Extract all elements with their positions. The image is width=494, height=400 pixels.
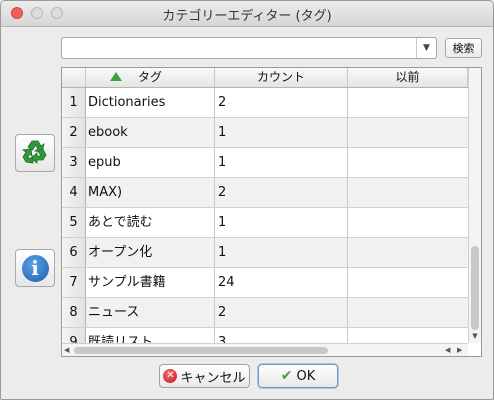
- vertical-scrollbar[interactable]: ▲ ▼: [468, 68, 481, 343]
- tag-cell[interactable]: epub: [86, 148, 215, 177]
- ok-button[interactable]: ✔ OK: [258, 364, 338, 388]
- table-row[interactable]: 8 ニュース 2: [62, 298, 468, 328]
- column-header-count[interactable]: カウント: [215, 68, 348, 87]
- search-button[interactable]: 検索: [445, 38, 482, 58]
- table-row[interactable]: 1 Dictionaries 2: [62, 88, 468, 118]
- table-row[interactable]: 5 あとで読む 1: [62, 208, 468, 238]
- count-cell: 1: [215, 118, 348, 147]
- table-row[interactable]: 2 ebook 1: [62, 118, 468, 148]
- row-number: 6: [62, 238, 86, 267]
- tag-cell[interactable]: Dictionaries: [86, 88, 215, 117]
- row-number: 5: [62, 208, 86, 237]
- tag-cell[interactable]: ニュース: [86, 298, 215, 327]
- column-header-tag-label: タグ: [137, 70, 162, 84]
- tag-table[interactable]: タグ カウント 以前 1 Dictionaries 2 2 ebook 1 3 …: [61, 67, 482, 357]
- row-number: 7: [62, 268, 86, 297]
- table-row[interactable]: 7 サンプル書籍 24: [62, 268, 468, 298]
- cancel-icon: ✕: [163, 369, 178, 383]
- tag-cell[interactable]: MAX): [86, 178, 215, 207]
- cancel-button[interactable]: ✕ キャンセル: [159, 364, 250, 388]
- table-row[interactable]: 4 MAX) 2: [62, 178, 468, 208]
- chevron-down-icon[interactable]: ▼: [416, 38, 436, 58]
- count-cell: 2: [215, 88, 348, 117]
- header-corner: [62, 68, 86, 87]
- tag-cell[interactable]: サンプル書籍: [86, 268, 215, 297]
- previous-cell: [348, 238, 468, 267]
- previous-cell: [348, 298, 468, 327]
- tag-cell[interactable]: オープン化: [86, 238, 215, 267]
- count-cell: 2: [215, 178, 348, 207]
- scroll-left-arrow-icon[interactable]: ◀: [64, 344, 69, 356]
- info-icon: i: [21, 254, 49, 282]
- previous-cell: [348, 118, 468, 147]
- row-number: 2: [62, 118, 86, 147]
- ok-label: OK: [296, 368, 316, 384]
- cancel-label: キャンセル: [180, 370, 246, 386]
- count-cell: 1: [215, 208, 348, 237]
- vertical-scroll-thumb[interactable]: [471, 246, 479, 330]
- sort-ascending-icon: [110, 72, 122, 81]
- table-row[interactable]: 6 オープン化 1: [62, 238, 468, 268]
- tag-cell[interactable]: あとで読む: [86, 208, 215, 237]
- count-cell: 1: [215, 148, 348, 177]
- scroll-left-arrow-icon[interactable]: ◀: [445, 344, 450, 356]
- previous-cell: [348, 178, 468, 207]
- row-number: 1: [62, 88, 86, 117]
- column-header-tag[interactable]: タグ: [86, 68, 215, 87]
- table-row[interactable]: 3 epub 1: [62, 148, 468, 178]
- table-header: タグ カウント 以前: [62, 68, 481, 88]
- previous-cell: [348, 88, 468, 117]
- previous-cell: [348, 268, 468, 297]
- count-cell: 2: [215, 298, 348, 327]
- count-cell: 1: [215, 238, 348, 267]
- column-header-previous[interactable]: 以前: [348, 68, 468, 87]
- info-button[interactable]: i: [15, 249, 55, 287]
- delete-tags-button[interactable]: [15, 134, 55, 172]
- scroll-down-arrow-icon[interactable]: ▼: [469, 332, 481, 340]
- recycle-icon: [21, 140, 47, 164]
- count-cell: 24: [215, 268, 348, 297]
- title-bar: カテゴリーエディター (タグ): [1, 1, 493, 27]
- tag-search-combobox[interactable]: ▼: [61, 37, 437, 59]
- horizontal-scrollbar[interactable]: ◀ ◀ ▶: [62, 343, 468, 356]
- window-title: カテゴリーエディター (タグ): [162, 9, 332, 24]
- previous-cell: [348, 148, 468, 177]
- horizontal-scroll-thumb[interactable]: [74, 347, 328, 354]
- check-icon: ✔: [280, 368, 293, 384]
- row-number: 8: [62, 298, 86, 327]
- tag-cell[interactable]: ebook: [86, 118, 215, 147]
- row-number: 4: [62, 178, 86, 207]
- category-editor-window: カテゴリーエディター (タグ) ▼ 検索 i タグ カウント 以前 1 Dict…: [0, 0, 494, 400]
- scroll-right-arrow-icon[interactable]: ▶: [457, 344, 462, 356]
- row-number: 3: [62, 148, 86, 177]
- previous-cell: [348, 208, 468, 237]
